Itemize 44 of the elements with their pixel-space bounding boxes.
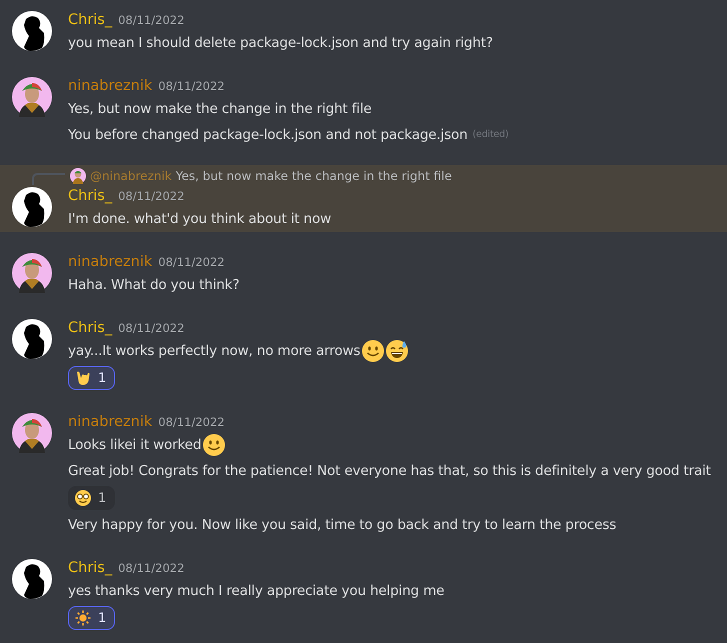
message-text: Great job! Congrats for the patience! Not everyone has that, so this is definitely a very good trait — [68, 462, 711, 481]
nerd-face-icon — [75, 490, 91, 506]
message-text: Yes, but now make the change in the right file — [68, 100, 372, 119]
message-text: Very happy for you. Now like you said, time to go back and try to learn the process — [68, 516, 616, 535]
message-text: yay...It works perfectly now, no more arrows — [68, 342, 360, 361]
username[interactable]: ninabreznik — [68, 251, 152, 273]
message-text: Haha. What do you think? — [68, 276, 240, 295]
username[interactable]: Chris_ — [68, 185, 112, 207]
reply-spine-icon — [32, 173, 66, 185]
reaction-button[interactable]: 1 — [68, 606, 116, 630]
horns-hand-icon — [75, 370, 91, 386]
message-text: I'm done. what'd you think about it now — [68, 210, 332, 229]
reaction-button[interactable]: 1 — [68, 486, 116, 510]
message-text: Looks likei it worked — [68, 436, 202, 455]
timestamp: 08/11/2022 — [118, 560, 184, 577]
timestamp: 08/11/2022 — [158, 414, 225, 431]
username[interactable]: Chris_ — [68, 9, 112, 31]
avatar-icon[interactable] — [12, 11, 52, 51]
username[interactable]: Chris_ — [68, 557, 112, 579]
smiley-icon — [362, 340, 384, 362]
timestamp: 08/11/2022 — [118, 188, 184, 205]
edited-label: (edited) — [472, 128, 508, 142]
message-text: you mean I should delete package-lock.json and try again right? — [68, 34, 493, 53]
username[interactable]: ninabreznik — [68, 75, 152, 97]
smiley-icon — [203, 434, 226, 456]
avatar-icon[interactable] — [12, 253, 52, 293]
avatar-icon[interactable] — [12, 187, 52, 227]
username[interactable]: ninabreznik — [68, 411, 152, 433]
message-text: yes thanks very much I really appreciate you helping me — [68, 582, 444, 601]
timestamp: 08/11/2022 — [118, 320, 184, 337]
timestamp: 08/11/2022 — [158, 78, 225, 95]
avatar-icon[interactable] — [12, 77, 52, 117]
grin-sweat-icon — [386, 340, 408, 362]
avatar-icon[interactable] — [12, 559, 52, 599]
timestamp: 08/11/2022 — [158, 254, 225, 271]
avatar-icon[interactable] — [70, 168, 86, 184]
reply-preview[interactable]: Yes, but now make the change in the right file — [176, 169, 452, 183]
message-text: You before changed package-lock.json and not package.json — [68, 126, 468, 145]
avatar-icon[interactable] — [12, 413, 52, 453]
username[interactable]: Chris_ — [68, 317, 112, 339]
avatar-icon[interactable] — [12, 319, 52, 359]
timestamp: 08/11/2022 — [118, 12, 184, 29]
reaction-button[interactable]: 1 — [68, 366, 116, 390]
sun-icon — [75, 610, 91, 626]
